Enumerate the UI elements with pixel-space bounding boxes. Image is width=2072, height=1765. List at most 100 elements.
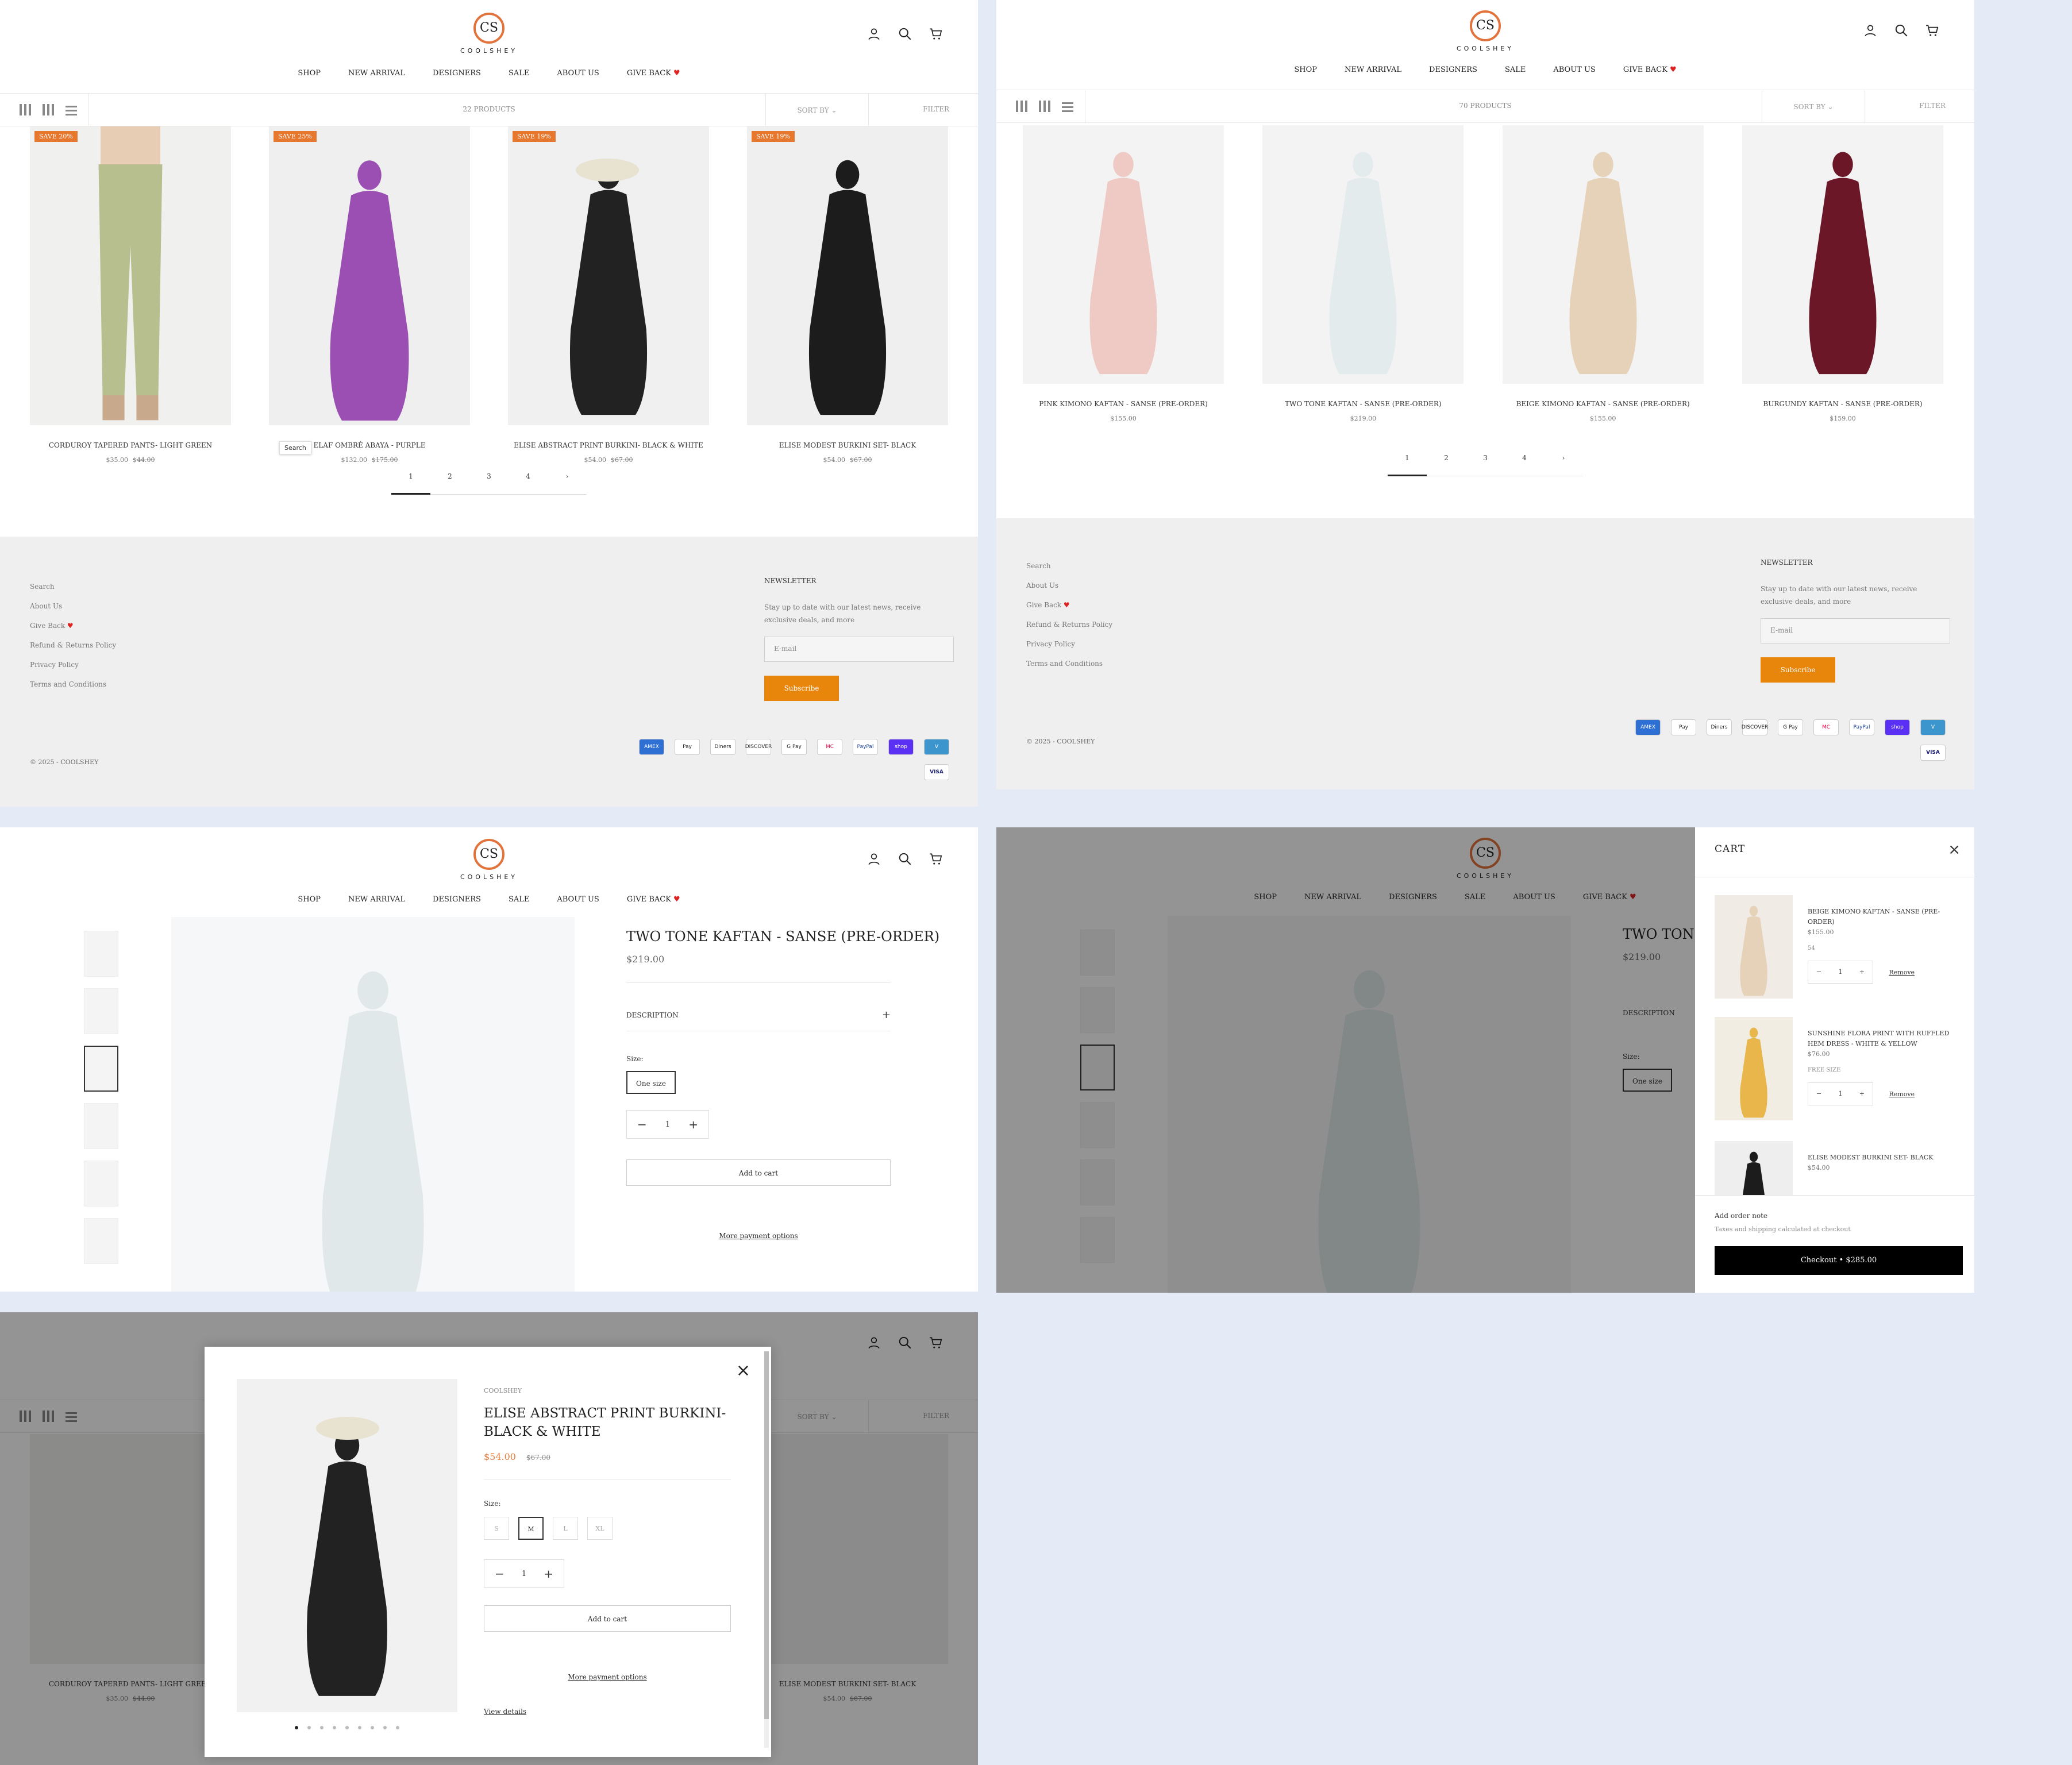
product-title[interactable]: ELISE MODEST BURKINI SET- BLACK — [747, 441, 948, 449]
brand-logo[interactable]: CS COOLSHEY — [446, 839, 532, 891]
product-card[interactable]: BEIGE KIMONO KAFTAN - SANSE (PRE-ORDER) … — [1502, 125, 1704, 422]
footer-link-search[interactable]: Search — [30, 577, 116, 596]
page-2[interactable]: 2 — [1427, 454, 1466, 476]
more-payment-options-link[interactable]: More payment options — [626, 1232, 891, 1240]
product-card[interactable]: SAVE 19% ELISE MODEST BURKINI SET- BLACK… — [747, 126, 948, 464]
product-title[interactable]: BURGUNDY KAFTAN - SANSE (PRE-ORDER) — [1742, 400, 1943, 408]
search-icon[interactable] — [898, 851, 912, 866]
footer-link-privacy[interactable]: Privacy Policy — [30, 655, 116, 675]
cart-icon[interactable] — [929, 26, 943, 41]
nav-new-arrival[interactable]: NEW ARRIVAL — [1345, 65, 1401, 74]
footer-link-about[interactable]: About Us — [1026, 576, 1112, 595]
cart-icon[interactable] — [1925, 23, 1940, 38]
product-image[interactable] — [1502, 125, 1704, 384]
footer-link-give-back[interactable]: Give Back ♥ — [30, 616, 116, 635]
product-card[interactable]: SAVE 19% ELISE ABSTRACT PRINT BURKINI- B… — [508, 126, 709, 464]
decrease-button[interactable]: − — [495, 1567, 504, 1581]
remove-link[interactable]: Remove — [1889, 1089, 1915, 1100]
product-title[interactable]: PINK KIMONO KAFTAN - SANSE (PRE-ORDER) — [1023, 400, 1224, 408]
size-option-s[interactable]: S — [484, 1517, 509, 1540]
size-option-m[interactable]: M — [518, 1517, 544, 1540]
sort-by-dropdown[interactable]: SORT BY ⌄ — [765, 94, 869, 127]
page-4[interactable]: 4 — [509, 472, 548, 495]
product-card[interactable]: SAVE 20% CORDUROY TAPERED PANTS- LIGHT G… — [30, 126, 231, 464]
nav-give-back[interactable]: GIVE BACK ♥ — [627, 895, 680, 904]
product-card[interactable]: SAVE 25% ELAF OMBRÉ ABAYA - PURPLE $132.… — [269, 126, 470, 464]
page-3[interactable]: 3 — [469, 472, 509, 495]
nav-shop[interactable]: SHOP — [1294, 65, 1317, 74]
account-icon[interactable] — [866, 851, 881, 866]
cart-item-title[interactable]: ELISE MODEST BURKINI SET- BLACK — [1808, 1153, 1951, 1163]
thumbnail-selected[interactable] — [84, 1046, 118, 1092]
product-image[interactable] — [1262, 125, 1464, 384]
page-1[interactable]: 1 — [1388, 454, 1427, 476]
carousel-dot[interactable] — [383, 1726, 387, 1729]
carousel-dot-active[interactable] — [295, 1726, 298, 1729]
grid-large-icon[interactable] — [1016, 101, 1027, 112]
account-icon[interactable] — [866, 26, 881, 41]
thumbnail[interactable] — [84, 988, 118, 1034]
nav-designers[interactable]: DESIGNERS — [1429, 65, 1477, 74]
product-card[interactable]: BURGUNDY KAFTAN - SANSE (PRE-ORDER) $159… — [1742, 125, 1943, 422]
nav-give-back[interactable]: GIVE BACK ♥ — [1623, 65, 1677, 74]
size-option-one-size[interactable]: One size — [626, 1071, 676, 1094]
product-image[interactable]: SAVE 19% — [747, 126, 948, 425]
quantity-value[interactable]: 1 — [522, 1570, 526, 1578]
product-card[interactable]: PINK KIMONO KAFTAN - SANSE (PRE-ORDER) $… — [1023, 125, 1224, 422]
filter-button[interactable]: FILTER — [1919, 102, 1946, 110]
footer-link-search[interactable]: Search — [1026, 556, 1112, 576]
product-title[interactable]: TWO TONE KAFTAN - SANSE (PRE-ORDER) — [1262, 400, 1464, 408]
page-1[interactable]: 1 — [391, 472, 430, 495]
cart-item-title[interactable]: BEIGE KIMONO KAFTAN - SANSE (PRE-ORDER) — [1808, 907, 1951, 927]
grid-large-icon[interactable] — [20, 104, 31, 115]
product-image[interactable] — [1742, 125, 1943, 384]
nav-shop[interactable]: SHOP — [298, 69, 321, 78]
carousel-dot[interactable] — [307, 1726, 311, 1729]
cart-item-image[interactable] — [1715, 895, 1793, 999]
view-details-link[interactable]: View details — [484, 1708, 526, 1716]
nav-shop[interactable]: SHOP — [298, 895, 321, 904]
carousel-dot[interactable] — [345, 1726, 349, 1729]
search-icon[interactable] — [898, 26, 912, 41]
thumbnail[interactable] — [84, 1161, 118, 1207]
product-image[interactable]: SAVE 19% — [508, 126, 709, 425]
nav-about-us[interactable]: ABOUT US — [557, 895, 599, 904]
product-title[interactable]: CORDUROY TAPERED PANTS- LIGHT GREEN — [30, 441, 231, 449]
cart-icon[interactable] — [929, 851, 943, 866]
nav-sale[interactable]: SALE — [1505, 65, 1526, 74]
nav-sale[interactable]: SALE — [509, 69, 529, 78]
nav-give-back[interactable]: GIVE BACK ♥ — [627, 69, 680, 78]
product-title[interactable]: BEIGE KIMONO KAFTAN - SANSE (PRE-ORDER) — [1503, 400, 1704, 408]
quantity-value[interactable]: 1 — [1839, 1089, 1843, 1099]
description-accordion[interactable]: DESCRIPTION + — [626, 1009, 891, 1021]
thumbnail[interactable] — [84, 931, 118, 977]
increase-button[interactable]: + — [544, 1567, 553, 1581]
remove-link[interactable]: Remove — [1889, 968, 1915, 978]
increase-button[interactable]: + — [1859, 1089, 1865, 1099]
product-title[interactable]: ELISE ABSTRACT PRINT BURKINI- BLACK & WH… — [508, 441, 709, 449]
sort-by-dropdown[interactable]: SORT BY ⌄ — [1762, 90, 1865, 124]
list-view-icon[interactable] — [1062, 101, 1073, 112]
main-product-image[interactable] — [171, 917, 575, 1292]
add-to-cart-button[interactable]: Add to cart — [626, 1159, 891, 1186]
add-to-cart-button[interactable]: Add to cart — [484, 1605, 731, 1632]
decrease-button[interactable]: − — [1816, 967, 1821, 977]
brand-logo[interactable]: CS COOLSHEY — [446, 13, 532, 64]
footer-link-give-back[interactable]: Give Back ♥ — [1026, 595, 1112, 615]
nav-about-us[interactable]: ABOUT US — [1553, 65, 1595, 74]
thumbnail[interactable] — [84, 1103, 118, 1149]
subscribe-button[interactable]: Subscribe — [764, 676, 839, 701]
quick-view-image[interactable] — [237, 1379, 457, 1712]
quantity-value[interactable]: 1 — [1839, 967, 1843, 977]
size-option-xl[interactable]: XL — [587, 1517, 613, 1540]
carousel-dot[interactable] — [396, 1726, 399, 1729]
carousel-dot[interactable] — [333, 1726, 336, 1729]
nav-designers[interactable]: DESIGNERS — [433, 895, 481, 904]
close-icon[interactable]: × — [736, 1361, 750, 1381]
increase-button[interactable]: + — [1859, 967, 1865, 977]
footer-link-refund[interactable]: Refund & Returns Policy — [30, 635, 116, 655]
nav-designers[interactable]: DESIGNERS — [433, 69, 481, 78]
nav-new-arrival[interactable]: NEW ARRIVAL — [348, 895, 405, 904]
close-icon[interactable]: × — [1948, 841, 1961, 858]
brand-logo[interactable]: CS COOLSHEY — [1442, 10, 1528, 62]
